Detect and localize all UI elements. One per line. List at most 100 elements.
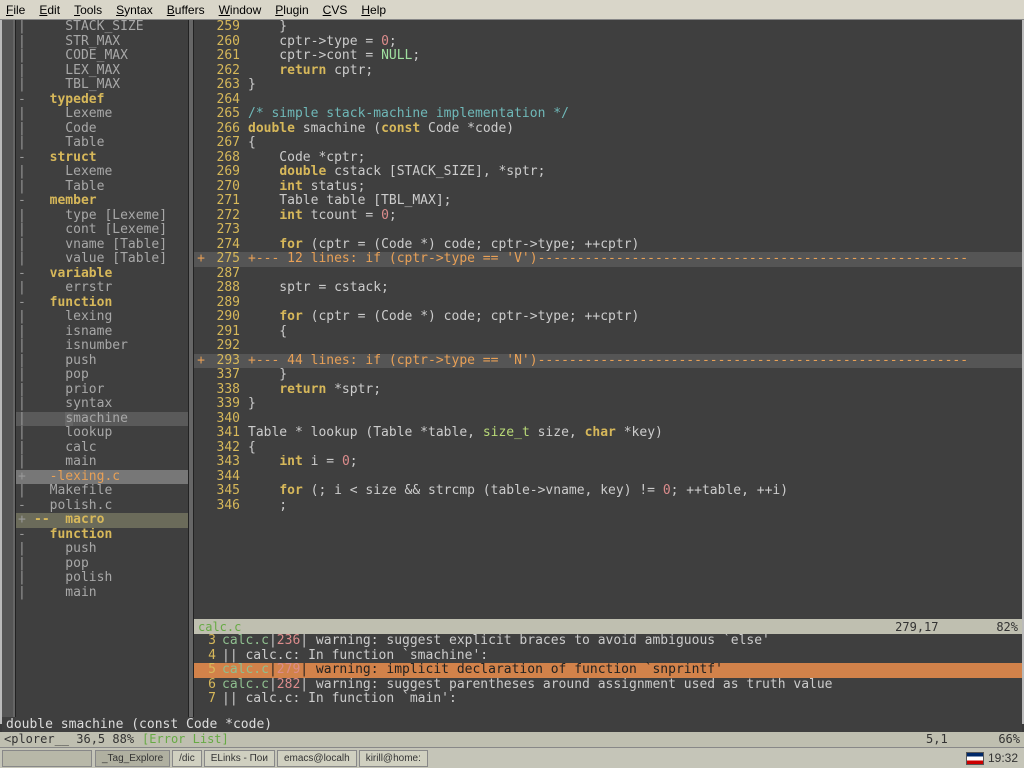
sidebar-item[interactable]: - typedef — [16, 93, 188, 108]
start-button[interactable] — [2, 750, 92, 767]
sidebar-item[interactable]: | main — [16, 455, 188, 470]
sidebar-item[interactable]: | calc — [16, 441, 188, 456]
code-line[interactable]: +275+--- 12 lines: if (cptr->type == 'V'… — [194, 252, 1022, 267]
code-line[interactable]: 290 for (cptr = (Code *) code; cptr->typ… — [194, 310, 1022, 325]
sidebar-item[interactable]: | syntax — [16, 397, 188, 412]
sidebar-item[interactable]: | main — [16, 586, 188, 601]
sidebar-item[interactable]: | cont [Lexeme] — [16, 223, 188, 238]
code-line[interactable]: 338 return *sptr; — [194, 383, 1022, 398]
taskbar-button[interactable]: _Tag_Explore — [95, 750, 170, 767]
code-line[interactable]: 344 — [194, 470, 1022, 485]
code-line[interactable]: 266double smachine (const Code *code) — [194, 122, 1022, 137]
sidebar-item[interactable]: | push — [16, 542, 188, 557]
code-line[interactable]: 291 { — [194, 325, 1022, 340]
sidebar-item[interactable]: | errstr — [16, 281, 188, 296]
sidebar-item[interactable]: | value [Table] — [16, 252, 188, 267]
code-line[interactable]: 345 for (; i < size && strcmp (table->vn… — [194, 484, 1022, 499]
code-line[interactable]: 259 } — [194, 20, 1022, 35]
sidebar-item[interactable]: | push — [16, 354, 188, 369]
sidebar-item[interactable]: | TBL_MAX — [16, 78, 188, 93]
taskbar-button[interactable]: /dic — [172, 750, 202, 767]
sidebar-item[interactable]: | pop — [16, 557, 188, 572]
taskbar-button[interactable]: kirill@home: — [359, 750, 428, 767]
sidebar-item[interactable]: | Code — [16, 122, 188, 137]
code-line[interactable]: 261 cptr->cont = NULL; — [194, 49, 1022, 64]
error-row[interactable]: 6calc.c|282| warning: suggest parenthese… — [194, 678, 1022, 693]
taskbar-button[interactable]: ELinks - Пои — [204, 750, 275, 767]
sidebar-item[interactable]: | LEX_MAX — [16, 64, 188, 79]
sidebar-item[interactable]: | polish — [16, 571, 188, 586]
menu-syntax[interactable]: Syntax — [116, 3, 153, 17]
code-line[interactable]: 341Table * lookup (Table *table, size_t … — [194, 426, 1022, 441]
code-line[interactable]: 289 — [194, 296, 1022, 311]
sidebar-item[interactable]: | isname — [16, 325, 188, 340]
code-line[interactable]: 260 cptr->type = 0; — [194, 35, 1022, 50]
sidebar-item[interactable]: | STR_MAX — [16, 35, 188, 50]
code-line[interactable]: 342{ — [194, 441, 1022, 456]
code-line[interactable]: 343 int i = 0; — [194, 455, 1022, 470]
code-line[interactable]: +293+--- 44 lines: if (cptr->type == 'N'… — [194, 354, 1022, 369]
code-line[interactable]: 269 double cstack [STACK_SIZE], *sptr; — [194, 165, 1022, 180]
code-line[interactable]: 263} — [194, 78, 1022, 93]
sidebar-item[interactable]: | vname [Table] — [16, 238, 188, 253]
sidebar-item[interactable]: | Lexeme — [16, 107, 188, 122]
code-line[interactable]: 272 int tcount = 0; — [194, 209, 1022, 224]
sidebar-item[interactable]: | smachine — [16, 412, 188, 427]
tag-explorer-sidebar[interactable]: | STACK_SIZE| STR_MAX| CODE_MAX| LEX_MAX… — [16, 20, 188, 722]
sidebar-item[interactable]: | prior — [16, 383, 188, 398]
code-line[interactable]: 288 sptr = cstack; — [194, 281, 1022, 296]
code-line[interactable]: 265/* simple stack-machine implementatio… — [194, 107, 1022, 122]
code-line[interactable]: 268 Code *cptr; — [194, 151, 1022, 166]
code-line[interactable]: 262 return cptr; — [194, 64, 1022, 79]
code-line[interactable]: 287 — [194, 267, 1022, 282]
error-row[interactable]: 7|| calc.c: In function `main': — [194, 692, 1022, 707]
code-line[interactable]: 264 — [194, 93, 1022, 108]
code-line[interactable]: 337 } — [194, 368, 1022, 383]
error-row[interactable]: 5calc.c|279| warning: implicit declarati… — [194, 663, 1022, 678]
sidebar-item[interactable]: - function — [16, 528, 188, 543]
sidebar-item[interactable]: - function — [16, 296, 188, 311]
error-list[interactable]: 3calc.c|236| warning: suggest explicit b… — [194, 634, 1022, 722]
sidebar-item[interactable]: | isnumber — [16, 339, 188, 354]
sidebar-item[interactable]: | STACK_SIZE — [16, 20, 188, 35]
code-area[interactable]: 259 }260 cptr->type = 0;261 cptr->cont =… — [194, 20, 1022, 619]
sidebar-item[interactable]: + -- macro — [16, 513, 188, 528]
code-line[interactable]: 340 — [194, 412, 1022, 427]
sidebar-item[interactable]: | lookup — [16, 426, 188, 441]
code-line[interactable]: 270 int status; — [194, 180, 1022, 195]
code-line[interactable]: 274 for (cptr = (Code *) code; cptr->typ… — [194, 238, 1022, 253]
sidebar-item[interactable]: | pop — [16, 368, 188, 383]
sidebar-item[interactable]: | type [Lexeme] — [16, 209, 188, 224]
sidebar-item[interactable]: | Makefile — [16, 484, 188, 499]
taskbar[interactable]: _Tag_Explore/dicELinks - Поиemacs@localh… — [0, 747, 1024, 768]
menu-window[interactable]: Window — [219, 3, 262, 17]
sidebar-item[interactable]: - variable — [16, 267, 188, 282]
command-line[interactable]: double smachine (const Code *code) — [2, 717, 1022, 732]
menu-file[interactable]: File — [6, 3, 25, 17]
code-line[interactable]: 292 — [194, 339, 1022, 354]
sidebar-item[interactable]: | CODE_MAX — [16, 49, 188, 64]
sidebar-item[interactable]: | Table — [16, 136, 188, 151]
sidebar-item[interactable]: - member — [16, 194, 188, 209]
code-line[interactable]: 339} — [194, 397, 1022, 412]
taskbar-button[interactable]: emacs@localh — [277, 750, 357, 767]
sidebar-item[interactable]: + -lexing.c — [16, 470, 188, 485]
menu-buffers[interactable]: Buffers — [167, 3, 205, 17]
error-row[interactable]: 3calc.c|236| warning: suggest explicit b… — [194, 634, 1022, 649]
sidebar-item[interactable]: | lexing — [16, 310, 188, 325]
menu-edit[interactable]: Edit — [39, 3, 60, 17]
sidebar-item[interactable]: | Lexeme — [16, 165, 188, 180]
code-line[interactable]: 273 — [194, 223, 1022, 238]
code-line[interactable]: 346 ; — [194, 499, 1022, 514]
menu-bar[interactable]: File Edit Tools Syntax Buffers Window Plugin CV… — [0, 0, 1024, 20]
sidebar-item[interactable]: - struct — [16, 151, 188, 166]
menu-plugin[interactable]: Plugin — [275, 3, 308, 17]
menu-cvs[interactable]: CVS — [323, 3, 348, 17]
sidebar-item[interactable]: - polish.c — [16, 499, 188, 514]
code-line[interactable]: 271 Table table [TBL_MAX]; — [194, 194, 1022, 209]
error-row[interactable]: 4|| calc.c: In function `smachine': — [194, 649, 1022, 664]
sidebar-item[interactable]: | Table — [16, 180, 188, 195]
menu-tools[interactable]: Tools — [74, 3, 102, 17]
menu-help[interactable]: Help — [361, 3, 386, 17]
code-line[interactable]: 267{ — [194, 136, 1022, 151]
